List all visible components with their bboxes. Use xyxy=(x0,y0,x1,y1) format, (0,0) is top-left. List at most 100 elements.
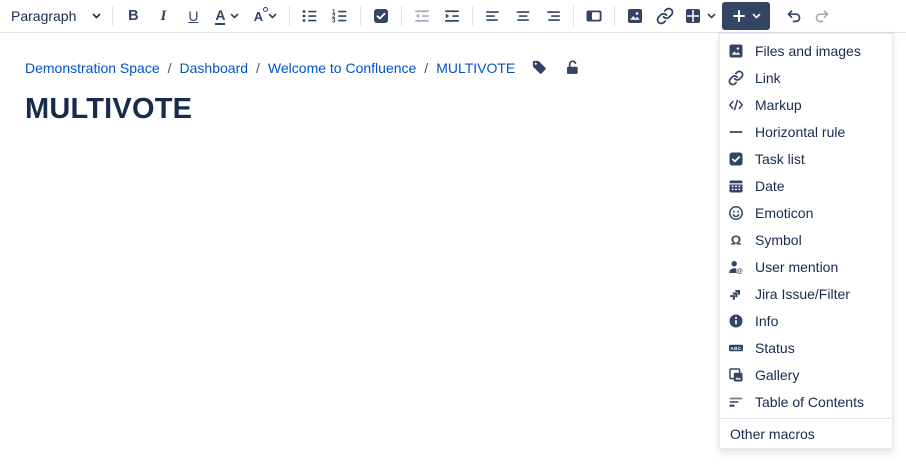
undo-icon xyxy=(784,7,802,25)
toolbar-divider xyxy=(112,6,113,26)
plus-icon xyxy=(732,9,746,23)
toolbar-divider xyxy=(472,6,473,26)
horizontal-rule-icon xyxy=(728,124,744,140)
svg-text:Ω: Ω xyxy=(731,232,741,247)
align-center-icon xyxy=(514,7,532,25)
menu-item-label: User mention xyxy=(755,259,838,275)
bold-icon: B xyxy=(128,8,138,24)
status-icon: ABC xyxy=(728,340,744,356)
indent-button[interactable] xyxy=(437,3,467,29)
redo-button[interactable] xyxy=(808,3,838,29)
menu-item-other-macros[interactable]: Other macros xyxy=(720,418,892,448)
insert-link-button[interactable] xyxy=(650,3,680,29)
tag-icon xyxy=(531,59,548,76)
menu-item-label: Jira Issue/Filter xyxy=(755,286,850,302)
menu-item-label: Link xyxy=(755,70,781,86)
gallery-icon xyxy=(728,367,744,383)
breadcrumb-link-multivote[interactable]: MULTIVOTE xyxy=(436,60,515,76)
breadcrumb-link-demonstration-space[interactable]: Demonstration Space xyxy=(25,60,160,76)
menu-item-jira-issue-filter[interactable]: Jira Issue/Filter xyxy=(720,280,892,307)
toolbar-divider xyxy=(401,6,402,26)
link-icon xyxy=(728,70,744,86)
menu-item-label: Markup xyxy=(755,97,802,113)
align-right-icon xyxy=(544,7,562,25)
task-list-icon xyxy=(728,151,744,167)
emoticon-icon xyxy=(728,205,744,221)
align-left-button[interactable] xyxy=(478,3,508,29)
italic-icon: I xyxy=(160,8,166,25)
image-icon xyxy=(728,43,744,59)
underline-button[interactable]: U xyxy=(178,3,208,29)
svg-text:@: @ xyxy=(736,268,743,275)
more-formatting-icon: A xyxy=(254,10,263,23)
table-button[interactable] xyxy=(680,3,720,29)
menu-item-label: Table of Contents xyxy=(755,394,864,410)
breadcrumb-link-dashboard[interactable]: Dashboard xyxy=(180,60,249,76)
align-right-button[interactable] xyxy=(538,3,568,29)
menu-item-date[interactable]: Date xyxy=(720,172,892,199)
info-icon xyxy=(728,313,744,329)
more-formatting-button[interactable]: A xyxy=(246,3,284,29)
menu-item-label: Symbol xyxy=(755,232,802,248)
insert-more-content-button[interactable] xyxy=(722,2,770,30)
chevron-down-icon xyxy=(752,13,761,19)
menu-item-symbol[interactable]: Ω Symbol xyxy=(720,226,892,253)
text-color-icon: A xyxy=(215,8,225,25)
align-center-button[interactable] xyxy=(508,3,538,29)
breadcrumb-link-welcome-to-confluence[interactable]: Welcome to Confluence xyxy=(268,60,416,76)
menu-item-markup[interactable]: Markup xyxy=(720,91,892,118)
task-list-button[interactable] xyxy=(366,3,396,29)
chevron-down-icon xyxy=(92,13,101,19)
task-list-icon xyxy=(372,7,390,25)
menu-item-link[interactable]: Link xyxy=(720,64,892,91)
image-icon xyxy=(626,7,644,25)
paragraph-style-select[interactable]: Paragraph xyxy=(8,3,107,29)
edit-labels-button[interactable] xyxy=(531,59,548,76)
menu-item-label: Files and images xyxy=(755,43,861,59)
menu-item-gallery[interactable]: Gallery xyxy=(720,361,892,388)
toolbar-divider xyxy=(289,6,290,26)
menu-item-label: Date xyxy=(755,178,785,194)
page-layout-button[interactable] xyxy=(579,3,609,29)
toolbar-divider xyxy=(360,6,361,26)
files-and-images-button[interactable] xyxy=(620,3,650,29)
underline-icon: U xyxy=(188,8,198,24)
undo-button[interactable] xyxy=(778,3,808,29)
toolbar-divider xyxy=(614,6,615,26)
redo-icon xyxy=(814,7,832,25)
calendar-icon xyxy=(728,178,744,194)
breadcrumb-separator: / xyxy=(168,60,172,76)
indent-icon xyxy=(443,7,461,25)
numbered-list-button[interactable]: 123 xyxy=(325,3,355,29)
paragraph-style-label: Paragraph xyxy=(11,8,76,24)
menu-item-files-and-images[interactable]: Files and images xyxy=(720,37,892,64)
menu-item-label: Task list xyxy=(755,151,805,167)
outdent-button[interactable] xyxy=(407,3,437,29)
numbered-list-icon: 123 xyxy=(331,7,349,25)
menu-item-horizontal-rule[interactable]: Horizontal rule xyxy=(720,118,892,145)
toc-icon xyxy=(728,394,744,410)
align-left-icon xyxy=(484,7,502,25)
italic-button[interactable]: I xyxy=(148,3,178,29)
bullet-list-button[interactable] xyxy=(295,3,325,29)
bold-button[interactable]: B xyxy=(118,3,148,29)
menu-item-task-list[interactable]: Task list xyxy=(720,145,892,172)
menu-item-info[interactable]: Info xyxy=(720,307,892,334)
restrictions-button[interactable] xyxy=(564,59,581,76)
unlock-icon xyxy=(564,59,581,76)
menu-item-user-mention[interactable]: @ User mention xyxy=(720,253,892,280)
menu-item-emoticon[interactable]: Emoticon xyxy=(720,199,892,226)
menu-item-table-of-contents[interactable]: Table of Contents xyxy=(720,388,892,415)
menu-item-label: Gallery xyxy=(755,367,799,383)
bullet-list-icon xyxy=(301,7,319,25)
insert-menu: Files and images Link Markup Horizontal … xyxy=(719,33,893,449)
menu-footer-label: Other macros xyxy=(730,426,815,442)
omega-icon: Ω xyxy=(728,232,744,248)
menu-item-label: Info xyxy=(755,313,778,329)
chevron-down-icon xyxy=(707,13,716,19)
menu-item-status[interactable]: ABC Status xyxy=(720,334,892,361)
jira-icon xyxy=(728,286,744,302)
chevron-down-icon xyxy=(230,13,239,19)
svg-text:3: 3 xyxy=(332,18,336,25)
text-color-button[interactable]: A xyxy=(208,3,246,29)
